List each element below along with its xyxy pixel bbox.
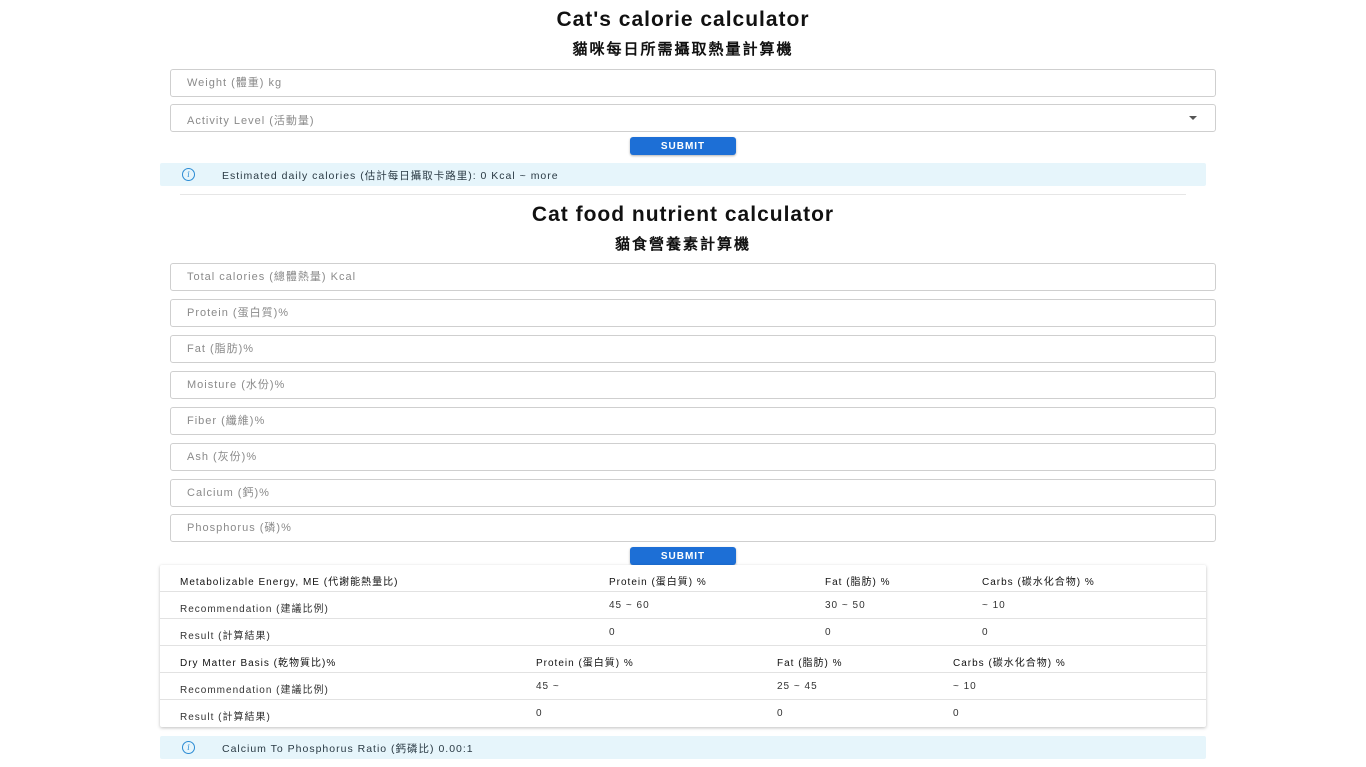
fiber-input[interactable] <box>171 408 1215 434</box>
me-recommendation-label: Recommendation (建議比例) <box>180 604 329 615</box>
nutrient-calculator-title: Cat food nutrient calculator <box>531 203 835 226</box>
table-row: Recommendation (建議比例) 45 ~ 60 30 ~ 50 ~ … <box>160 592 1206 619</box>
fat-field-wrapper <box>170 335 1216 363</box>
dm-recommendation-carbs: ~ 10 <box>953 681 977 692</box>
dm-result-protein: 0 <box>536 708 543 719</box>
calcium-phosphorus-ratio-text: Calcium To Phosphorus Ratio (鈣磷比) 0.00:1 <box>222 743 474 755</box>
results-table: Metabolizable Energy, ME (代謝能熱量比) Protei… <box>160 565 1206 727</box>
protein-field-wrapper <box>170 299 1216 327</box>
info-circle-icon: i <box>182 168 195 181</box>
calcium-input[interactable] <box>171 480 1215 506</box>
calorie-submit-button[interactable]: SUBMIT <box>630 137 736 155</box>
info-circle-icon: i <box>182 741 195 754</box>
me-header-label: Metabolizable Energy, ME (代謝能熱量比) <box>180 577 399 588</box>
me-recommendation-carbs: ~ 10 <box>982 600 1006 611</box>
me-table-header-row: Metabolizable Energy, ME (代謝能熱量比) Protei… <box>160 565 1206 592</box>
chevron-down-icon[interactable] <box>1189 116 1197 120</box>
dm-recommendation-protein: 45 ~ <box>536 681 560 692</box>
protein-input[interactable] <box>171 300 1215 326</box>
dm-result-label: Result (計算結果) <box>180 712 271 723</box>
dm-header-label: Dry Matter Basis (乾物質比)% <box>180 658 337 669</box>
activity-level-placeholder: Activity Level (活動量) <box>187 115 315 127</box>
me-result-fat: 0 <box>825 627 832 638</box>
me-header-carbs: Carbs (碳水化合物) % <box>982 577 1095 588</box>
dm-recommendation-fat: 25 ~ 45 <box>777 681 818 692</box>
phosphorus-field-wrapper <box>170 514 1216 542</box>
table-row: Recommendation (建議比例) 45 ~ 25 ~ 45 ~ 10 <box>160 673 1206 700</box>
dm-result-fat: 0 <box>777 708 784 719</box>
ash-input[interactable] <box>171 444 1215 470</box>
total-calories-field-wrapper <box>170 263 1216 291</box>
me-recommendation-fat: 30 ~ 50 <box>825 600 866 611</box>
fiber-field-wrapper <box>170 407 1216 435</box>
dm-header-protein: Protein (蛋白質) % <box>536 658 634 669</box>
dm-header-carbs: Carbs (碳水化合物) % <box>953 658 1066 669</box>
ash-field-wrapper <box>170 443 1216 471</box>
section-divider <box>180 194 1186 195</box>
calorie-result-alert: i Estimated daily calories (估計每日攝取卡路里): … <box>160 163 1206 186</box>
dm-table-header-row: Dry Matter Basis (乾物質比)% Protein (蛋白質) %… <box>160 646 1206 673</box>
calorie-calculator-subtitle: 貓咪每日所需攝取熱量計算機 <box>572 41 794 58</box>
ratio-alert: i Calcium To Phosphorus Ratio (鈣磷比) 0.00… <box>160 736 1206 759</box>
fat-input[interactable] <box>171 336 1215 362</box>
table-row: Result (計算結果) 0 0 0 <box>160 619 1206 646</box>
activity-level-select[interactable]: Activity Level (活動量) <box>170 104 1216 132</box>
calorie-calculator-title: Cat's calorie calculator <box>556 8 810 31</box>
moisture-field-wrapper <box>170 371 1216 399</box>
nutrient-submit-button[interactable]: SUBMIT <box>630 547 736 565</box>
calorie-result-text: Estimated daily calories (估計每日攝取卡路里): 0 … <box>222 170 559 182</box>
dm-recommendation-label: Recommendation (建議比例) <box>180 685 329 696</box>
moisture-input[interactable] <box>171 372 1215 398</box>
table-row: Result (計算結果) 0 0 0 <box>160 700 1206 727</box>
phosphorus-input[interactable] <box>171 515 1215 541</box>
calcium-field-wrapper <box>170 479 1216 507</box>
me-result-carbs: 0 <box>982 627 989 638</box>
me-header-protein: Protein (蛋白質) % <box>609 577 707 588</box>
weight-field-wrapper <box>170 69 1216 97</box>
total-calories-input[interactable] <box>171 264 1215 290</box>
weight-input[interactable] <box>171 70 1215 96</box>
me-header-fat: Fat (脂肪) % <box>825 577 891 588</box>
nutrient-calculator-subtitle: 貓食營養素計算機 <box>614 236 751 253</box>
me-recommendation-protein: 45 ~ 60 <box>609 600 650 611</box>
me-result-protein: 0 <box>609 627 616 638</box>
dm-header-fat: Fat (脂肪) % <box>777 658 843 669</box>
dm-result-carbs: 0 <box>953 708 960 719</box>
me-result-label: Result (計算結果) <box>180 631 271 642</box>
